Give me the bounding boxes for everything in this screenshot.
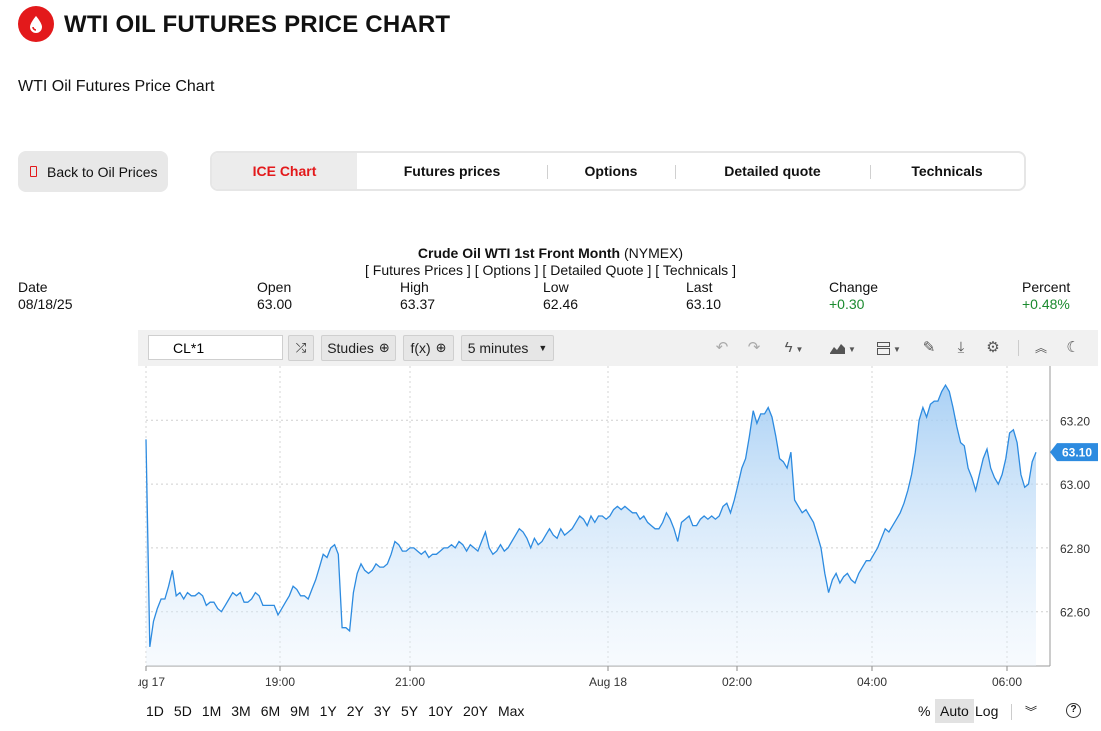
x-tick-label: 06:00 [992, 675, 1022, 689]
range-max[interactable]: Max [498, 703, 524, 719]
tab-detailed-quote[interactable]: Detailed quote [675, 153, 870, 189]
interval-select[interactable]: 5 minutes ▼ [461, 335, 554, 361]
tab-options[interactable]: Options [547, 153, 675, 189]
studies-label: Studies [327, 340, 374, 356]
expand-down-icon[interactable]: ︾ [1025, 703, 1037, 720]
stat-date-label: Date [18, 279, 48, 295]
pencil-icon[interactable]: ✎ [918, 338, 940, 358]
percent-scale-button[interactable]: % [918, 703, 930, 719]
y-tick-label: 63.00 [1060, 478, 1090, 492]
collapse-icon[interactable]: ︽ [1030, 338, 1052, 358]
link-options[interactable]: Options [483, 262, 531, 278]
y-tick-label: 62.80 [1060, 542, 1090, 556]
stat-high-value: 63.37 [400, 296, 436, 312]
tab-ice-chart[interactable]: ICE Chart [212, 153, 357, 189]
stat-high-label: High [400, 279, 429, 295]
stat-last: Last 63.10 [686, 279, 721, 313]
interval-label: 5 minutes [467, 340, 529, 356]
back-button-label: Back to Oil Prices [47, 163, 158, 180]
x-tick-label: Aug 18 [589, 675, 627, 689]
stat-percent: Percent +0.48% [1022, 279, 1070, 313]
last-price-label: 63.10 [1062, 446, 1092, 460]
x-tick-label: 04:00 [857, 675, 887, 689]
lightning-icon[interactable]: ϟ ▼ [778, 338, 810, 358]
stat-last-value: 63.10 [686, 296, 722, 312]
y-tick-label: 62.60 [1060, 606, 1090, 620]
stat-date-value: 08/18/25 [18, 296, 73, 312]
log-scale-button[interactable]: Log [975, 703, 998, 719]
stat-last-label: Last [686, 279, 713, 295]
stat-low: Low 62.46 [543, 279, 578, 313]
range-20y[interactable]: 20Y [463, 703, 488, 719]
range-10y[interactable]: 10Y [428, 703, 453, 719]
y-tick-label: 63.20 [1060, 414, 1090, 428]
plus-circle-icon: ⊕ [378, 340, 390, 355]
stat-date: Date 08/18/25 [18, 279, 73, 313]
stat-low-value: 62.46 [543, 296, 579, 312]
quote-links: [ Futures Prices ] [ Options ] [ Detaile… [365, 262, 736, 278]
range-5d[interactable]: 5D [174, 703, 192, 719]
auto-scale-button[interactable]: Auto [935, 699, 974, 723]
range-3m[interactable]: 3M [231, 703, 250, 719]
compare-button[interactable]: ⤮ [288, 335, 314, 361]
range-1y[interactable]: 1Y [320, 703, 337, 719]
undo-icon[interactable]: ↶ [711, 338, 733, 358]
range-buttons: 1D 5D 1M 3M 6M 9M 1Y 2Y 3Y 5Y 10Y 20Y Ma… [146, 703, 534, 719]
back-icon [30, 166, 37, 177]
chart-toolbar: ⤮ Studies ⊕ f(x) ⊕ 5 minutes ▼ ↶ ↷ ϟ▼ ▼ … [138, 330, 1098, 366]
symbol-input[interactable] [148, 335, 283, 360]
fx-button[interactable]: f(x) ⊕ [403, 335, 454, 361]
studies-button[interactable]: Studies ⊕ [321, 335, 396, 361]
stat-change: Change +0.30 [829, 279, 878, 313]
range-5y[interactable]: 5Y [401, 703, 418, 719]
stat-open: Open 63.00 [257, 279, 292, 313]
plus-circle-icon: ⊕ [435, 340, 447, 355]
fx-label: f(x) [410, 340, 431, 356]
moon-icon[interactable]: ☾ [1062, 338, 1084, 358]
chevron-down-icon: ▼ [538, 343, 548, 353]
stat-change-label: Change [829, 279, 879, 295]
range-1d[interactable]: 1D [146, 703, 164, 719]
chart-tabs: ICE Chart Futures prices Options Detaile… [210, 151, 1026, 191]
toolbar-divider [1018, 340, 1019, 356]
range-6m[interactable]: 6M [261, 703, 280, 719]
download-icon[interactable]: ⤓ [950, 338, 972, 358]
x-tick-label: 02:00 [722, 675, 752, 689]
x-tick-label: 19:00 [265, 675, 295, 689]
stat-percent-label: Percent [1022, 279, 1071, 295]
scale-divider [1011, 704, 1012, 720]
drop-icon [18, 6, 54, 42]
redo-icon[interactable]: ↷ [743, 338, 765, 358]
range-2y[interactable]: 2Y [347, 703, 364, 719]
stat-high: High 63.37 [400, 279, 435, 313]
gear-icon[interactable]: ⚙ [982, 338, 1004, 358]
stat-open-value: 63.00 [257, 296, 293, 312]
quote-title: Crude Oil WTI 1st Front Month (NYMEX) [0, 245, 1101, 261]
page-subtitle: WTI Oil Futures Price Chart [18, 78, 215, 95]
help-icon[interactable]: ? [1066, 703, 1081, 718]
x-tick-label: 21:00 [395, 675, 425, 689]
instrument-name: Crude Oil WTI 1st Front Month [417, 245, 621, 261]
price-chart[interactable]: 62.60 62.80 63.00 63.20 Aug 17 19:00 21:00 Aug … [138, 366, 1100, 698]
tab-technicals[interactable]: Technicals [870, 153, 1024, 189]
layout-icon[interactable]: ▼ [873, 338, 905, 358]
stat-open-label: Open [257, 279, 292, 295]
tab-futures-prices[interactable]: Futures prices [357, 153, 547, 189]
link-futures-prices[interactable]: Futures Prices [373, 262, 463, 278]
range-3y[interactable]: 3Y [374, 703, 391, 719]
range-1m[interactable]: 1M [202, 703, 221, 719]
stat-low-label: Low [543, 279, 569, 295]
shuffle-icon: ⤮ [295, 340, 307, 355]
range-9m[interactable]: 9M [290, 703, 309, 719]
exchange-label: (NYMEX) [623, 245, 684, 261]
page-title: WTI OIL FUTURES PRICE CHART [64, 11, 451, 38]
link-detailed-quote[interactable]: Detailed Quote [550, 262, 643, 278]
stat-change-value: +0.30 [829, 296, 865, 312]
area-chart-icon[interactable]: ▼ [826, 338, 860, 358]
stat-percent-value: +0.48% [1022, 296, 1070, 312]
x-tick-label: Aug 17 [138, 675, 165, 689]
link-technicals[interactable]: Technicals [663, 262, 728, 278]
back-to-oil-prices-button[interactable]: Back to Oil Prices [18, 151, 168, 192]
